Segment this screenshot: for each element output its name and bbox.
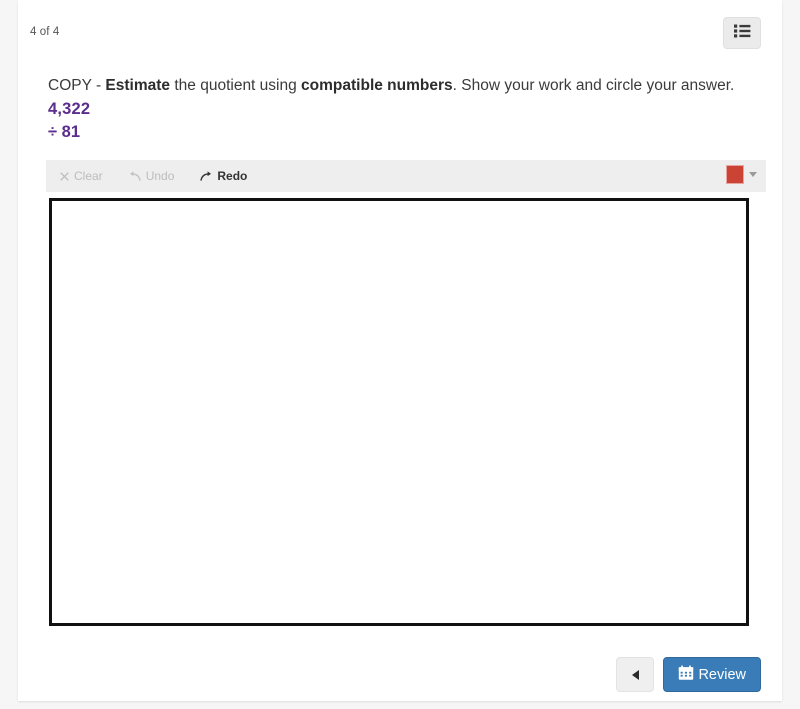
drawing-canvas[interactable] — [49, 198, 749, 626]
previous-button[interactable] — [616, 657, 655, 692]
card-header: 4 of 4 — [18, 0, 782, 62]
review-button[interactable]: Review — [663, 657, 761, 692]
question-bold-compatible-numbers: compatible numbers — [301, 77, 453, 94]
close-icon — [60, 171, 69, 181]
color-picker[interactable] — [726, 165, 757, 184]
triangle-left-icon — [631, 669, 639, 680]
question-text: COPY - Estimate the quotient using compa… — [48, 74, 766, 145]
list-icon — [733, 24, 751, 43]
question-list-button[interactable] — [723, 17, 761, 49]
question-mid-2: . Show your work and circle your answer. — [452, 77, 735, 94]
color-swatch[interactable] — [726, 165, 744, 184]
question-bold-estimate: Estimate — [105, 77, 171, 94]
divisor-expression: ÷ 81 — [48, 123, 80, 141]
calendar-icon — [678, 665, 694, 685]
drawing-widget: Clear Undo Redo — [46, 160, 766, 633]
question-card: 4 of 4 COPY - Estimate the quotient usin… — [18, 0, 782, 701]
undo-button[interactable]: Undo — [125, 167, 183, 185]
review-label: Review — [698, 666, 746, 683]
chevron-down-icon[interactable] — [749, 172, 757, 177]
question-mid-1: the quotient using — [170, 77, 302, 94]
drawing-toolbar: Clear Undo Redo — [46, 160, 766, 192]
clear-button[interactable]: Clear — [56, 167, 111, 185]
redo-label: Redo — [217, 169, 248, 183]
redo-arrow-icon — [200, 170, 212, 182]
undo-label: Undo — [145, 169, 175, 183]
undo-arrow-icon — [129, 170, 141, 182]
dividend-value: 4,322 — [48, 99, 91, 118]
footer-actions: Review — [616, 657, 761, 692]
clear-label: Clear — [74, 169, 103, 183]
question-prefix: COPY - — [48, 77, 106, 94]
redo-button[interactable]: Redo — [196, 167, 255, 185]
app-root: 4 of 4 COPY - Estimate the quotient usin… — [0, 0, 800, 709]
page-indicator: 4 of 4 — [30, 26, 60, 38]
